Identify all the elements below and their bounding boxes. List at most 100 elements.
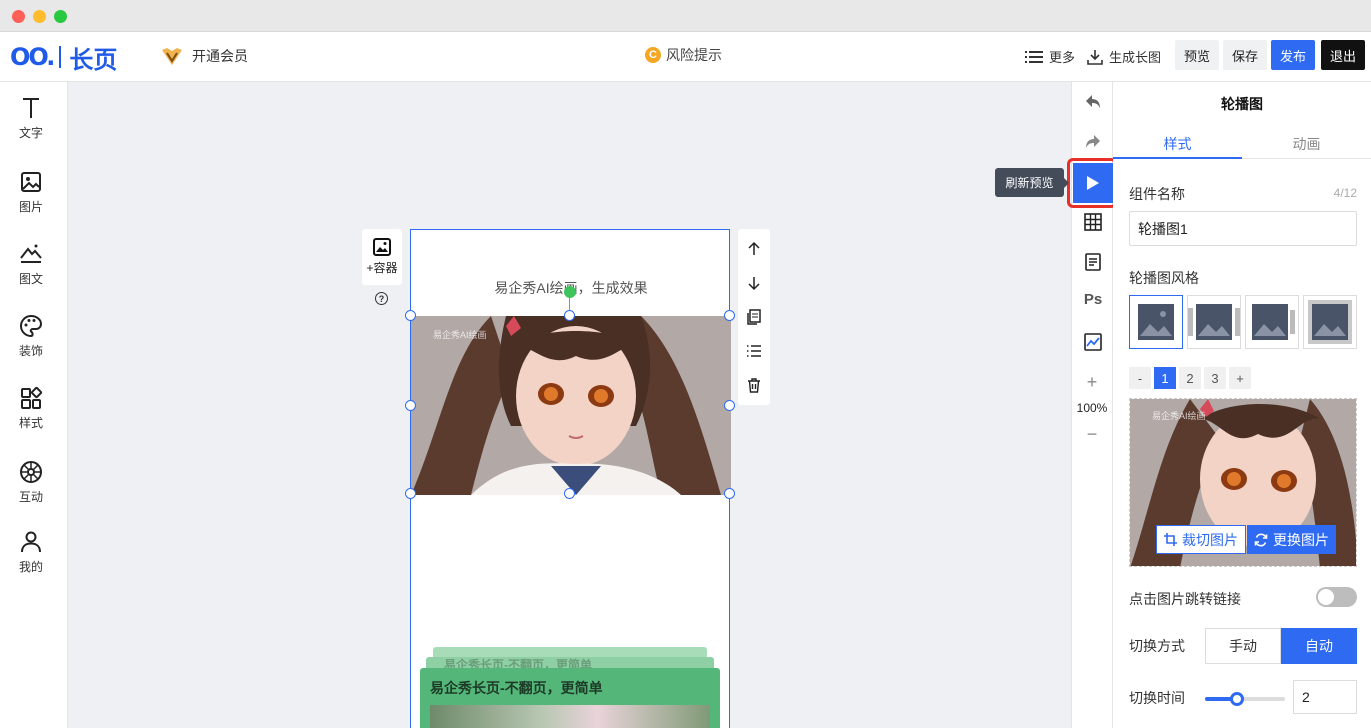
photoshop-icon[interactable]: Ps: [1083, 291, 1103, 311]
pager-item-2[interactable]: 2: [1179, 367, 1201, 389]
carousel-image[interactable]: 易企秀AI绘画: [411, 316, 731, 495]
pager-item-1[interactable]: 1: [1154, 367, 1176, 389]
pager-remove-button[interactable]: -: [1129, 367, 1151, 389]
resize-handle-left[interactable]: [405, 400, 416, 411]
logo-separator: [59, 46, 62, 68]
pager-add-button[interactable]: +: [1229, 367, 1251, 389]
carousel-style-option-4[interactable]: [1303, 295, 1357, 349]
table-icon[interactable]: [1083, 212, 1103, 232]
tool-mine-label: 我的: [18, 560, 43, 574]
window-close-button[interactable]: [12, 10, 25, 23]
refresh-preview-tooltip: 刷新预览: [995, 168, 1069, 197]
tool-decoration-label: 装饰: [18, 344, 43, 358]
switch-manual-option[interactable]: 手动: [1205, 628, 1281, 664]
resize-handle-top-left[interactable]: [405, 310, 416, 321]
chart-image-icon[interactable]: [1083, 332, 1103, 352]
tool-image[interactable]: 图片: [0, 170, 62, 215]
more-menu[interactable]: 更多: [1025, 47, 1075, 66]
rotate-handle[interactable]: [564, 286, 576, 298]
exit-button[interactable]: 退出: [1321, 40, 1366, 70]
style-thumb-stack-icon: [1252, 304, 1295, 340]
replace-label: 更换图片: [1273, 531, 1329, 548]
tool-mine[interactable]: 我的: [0, 530, 62, 575]
resize-handle-right[interactable]: [724, 400, 735, 411]
switch-time-slider[interactable]: [1205, 697, 1285, 701]
tool-style[interactable]: 样式: [0, 386, 62, 431]
panel-title: 轮播图: [1221, 96, 1263, 112]
vip-label: 开通会员: [192, 48, 248, 64]
redo-icon[interactable]: [1083, 132, 1103, 152]
tab-style[interactable]: 样式: [1113, 134, 1242, 154]
resize-handle-bottom-left[interactable]: [405, 488, 416, 499]
save-button[interactable]: 保存: [1223, 40, 1268, 70]
style-grid-icon: [21, 386, 43, 409]
tool-image-label: 图片: [18, 200, 43, 214]
list-icon[interactable]: [746, 343, 762, 359]
publish-button[interactable]: 发布: [1271, 40, 1316, 70]
app-logo[interactable]: OO. 长页: [10, 42, 117, 74]
toggle-knob: [1318, 589, 1334, 605]
carousel-style-option-1[interactable]: [1129, 295, 1183, 349]
slide-image-preview: 易企秀AI绘画 裁切图片 更换图片: [1129, 398, 1357, 567]
trash-icon[interactable]: [746, 377, 762, 393]
resize-handle-bottom-right[interactable]: [724, 488, 735, 499]
carousel-style-label: 轮播图风格: [1129, 270, 1199, 286]
resize-handle-bottom[interactable]: [564, 488, 575, 499]
link-jump-toggle[interactable]: [1316, 587, 1357, 607]
component-name-input[interactable]: [1129, 211, 1357, 246]
risk-label: 风险提示: [666, 47, 722, 63]
help-icon[interactable]: ?: [375, 292, 388, 305]
move-up-icon[interactable]: [746, 241, 762, 257]
image-text-icon: [20, 244, 42, 263]
anime-girl-image: [411, 316, 731, 495]
style-thumb-peek-icon: [1188, 304, 1240, 340]
switch-auto-option[interactable]: 自动: [1281, 628, 1357, 664]
move-down-icon[interactable]: [746, 275, 762, 291]
tool-image-text[interactable]: 图文: [0, 242, 62, 287]
zoom-out-button[interactable]: −: [1071, 424, 1113, 445]
copy-icon[interactable]: [746, 309, 762, 325]
tab-animation[interactable]: 动画: [1242, 134, 1371, 154]
replace-image-button[interactable]: 更换图片: [1247, 525, 1336, 554]
pager-item-3[interactable]: 3: [1204, 367, 1226, 389]
document-icon[interactable]: [1083, 252, 1103, 272]
window-zoom-button[interactable]: [54, 10, 67, 23]
tool-text[interactable]: 文字: [0, 96, 62, 141]
container-image-icon: [373, 238, 391, 256]
left-toolbar: 文字 图片 图文 装饰 样式 互动 我的: [0, 82, 68, 728]
more-label: 更多: [1049, 50, 1076, 65]
undo-icon[interactable]: [1083, 92, 1103, 112]
refresh-preview-button[interactable]: [1073, 163, 1113, 203]
play-icon: [1087, 176, 1099, 190]
carousel-style-option-3[interactable]: [1245, 295, 1299, 349]
panel-tabs: 样式 动画: [1113, 126, 1371, 159]
tab-active-indicator: [1113, 157, 1242, 159]
component-name-label: 组件名称: [1129, 186, 1185, 202]
longimage-label: 生成长图: [1109, 50, 1162, 65]
user-icon: [21, 531, 41, 553]
text-icon: [23, 98, 39, 118]
generate-long-image-button[interactable]: 生成长图: [1087, 47, 1161, 66]
window-minimize-button[interactable]: [33, 10, 46, 23]
crop-image-button[interactable]: 裁切图片: [1156, 525, 1246, 554]
tool-image-text-label: 图文: [18, 272, 43, 286]
resize-handle-top-right[interactable]: [724, 310, 735, 321]
card-stack-front[interactable]: 易企秀长页-不翻页，更简单: [420, 668, 720, 728]
resize-handle-top[interactable]: [564, 310, 575, 321]
layer-actions: [738, 229, 770, 405]
crop-icon: [1164, 533, 1177, 546]
risk-notice[interactable]: C 风险提示: [645, 45, 722, 65]
preview-button[interactable]: 预览: [1175, 40, 1220, 70]
carousel-style-option-2[interactable]: [1187, 295, 1241, 349]
refresh-icon: [1254, 533, 1268, 546]
vip-link[interactable]: 开通会员: [160, 44, 248, 68]
zoom-in-button[interactable]: +: [1071, 372, 1113, 393]
palette-icon: [20, 314, 43, 338]
tool-decoration[interactable]: 装饰: [0, 314, 62, 359]
slider-handle[interactable]: [1230, 692, 1244, 706]
switch-time-input[interactable]: [1293, 680, 1357, 714]
add-container-button[interactable]: +容器: [362, 229, 402, 285]
tool-interaction[interactable]: 互动: [0, 460, 62, 505]
add-container-label: +容器: [366, 261, 398, 275]
style-thumb-single-icon: [1138, 304, 1174, 340]
